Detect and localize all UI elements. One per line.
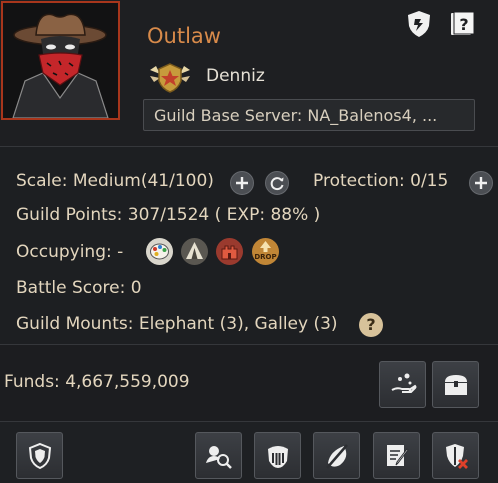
guild-mounts-help-button[interactable]: ? [359,313,383,337]
funds-value: 4,667,559,009 [65,372,190,392]
protection-value: 0/15 [410,171,449,191]
plus-icon [475,177,487,189]
occupying-value: - [117,242,124,262]
search-people-icon [205,445,232,469]
crest-shield-icon [28,442,51,469]
plus-icon [236,177,248,189]
guild-declare-button[interactable] [313,432,360,479]
protection-label: Protection: [313,171,405,191]
battle-score-value: 0 [130,278,142,298]
edit-document-icon [386,444,409,466]
header-divider [0,146,498,147]
refresh-scale-button[interactable] [265,171,289,195]
leaf-slash-icon [325,443,348,469]
scale-value: Medium(41/100) [72,171,214,191]
protection-row: Protection: 0/15 [313,171,448,191]
guild-funds-distribute-button[interactable] [379,361,426,408]
guild-mounts-label: Guild Mounts: [16,314,134,334]
guild-crest-button[interactable] [16,432,63,479]
battle-score-label: Battle Score: [16,278,126,298]
expand-protection-button[interactable] [469,171,493,195]
guild-header: Outlaw ? Denniz Guild Base Server: NA_Ba… [0,0,498,146]
shield-x-icon [445,443,468,469]
scale-row: Scale: Medium(41/100) [16,171,214,191]
guild-base-server: Guild Base Server: NA_Balenos4, ... [143,99,475,131]
guild-mounts-row: Guild Mounts: Elephant (3), Galley (3) [16,314,338,334]
chest-icon [444,374,467,395]
refresh-icon [270,177,284,191]
guild-points-value: 307/1524 ( EXP: 88% ) [127,205,321,225]
fortress-icon[interactable] [216,238,243,265]
guild-storage-button[interactable] [432,361,479,408]
guild-notice-button[interactable] [373,432,420,479]
battle-score-row: Battle Score: 0 [16,278,142,298]
guild-points-label: Guild Points: [16,205,123,225]
guild-master-name: Denniz [206,66,265,86]
occupying-label: Occupying: [16,242,112,262]
camp-tent-icon[interactable] [181,238,208,265]
svg-text:?: ? [459,15,468,34]
guild-mounts-value: Elephant (3), Galley (3) [138,314,338,334]
occupying-row: Occupying: - [16,242,123,262]
war-helmet-icon [267,445,288,468]
drop-bonus-text: DROP [254,253,276,261]
guild-emblem[interactable] [1,1,120,120]
guild-guide-icon[interactable]: ? [448,10,475,38]
scale-label: Scale: [16,171,68,191]
expand-scale-button[interactable] [230,171,254,195]
guild-shield-icon[interactable] [406,10,432,38]
leave-guild-button[interactable] [432,432,479,479]
guild-name: Outlaw [147,24,221,48]
drop-bonus-icon[interactable]: DROP [252,238,279,265]
guild-toolbar [0,422,498,483]
outlaw-emblem-icon [3,3,118,118]
funds-row: Funds: 4,667,559,009 [4,372,190,392]
guild-master-rank-icon [148,62,192,94]
guild-search-button[interactable] [195,432,242,479]
guild-points-row: Guild Points: 307/1524 ( EXP: 88% ) [16,205,320,225]
guild-war-button[interactable] [254,432,301,479]
funds-label: Funds: [4,372,60,392]
palette-icon[interactable] [146,238,173,265]
hand-money-icon [390,373,416,393]
